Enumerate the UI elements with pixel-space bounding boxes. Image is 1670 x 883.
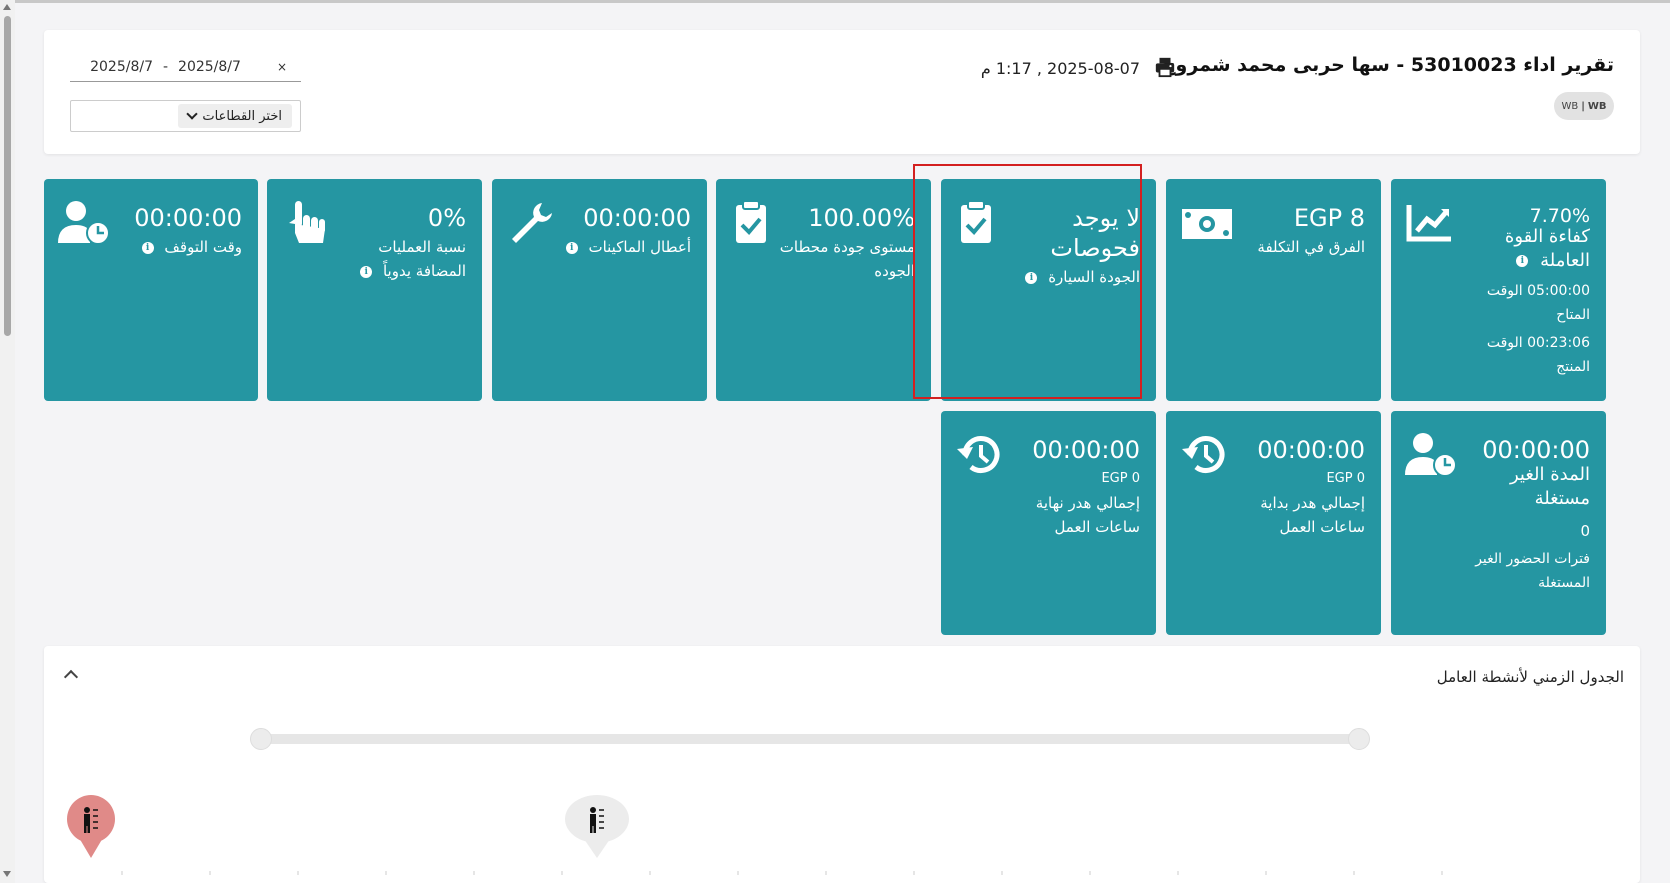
productive-time-row: 00:23:06 الوقت المنتج bbox=[1470, 331, 1590, 379]
timeline-marker-red[interactable] bbox=[66, 794, 116, 860]
history-icon bbox=[957, 436, 1000, 473]
chevron-up-icon[interactable] bbox=[63, 669, 79, 685]
user-clock-icon bbox=[58, 201, 110, 245]
info-icon[interactable]: i bbox=[1516, 255, 1529, 267]
unused-count-label: فترات الحضور الغير المستغلة bbox=[1475, 551, 1590, 591]
print-icon[interactable] bbox=[1154, 56, 1176, 78]
card-quality-stations[interactable]: 100.00% مستوى جودة محطات الجوده bbox=[716, 179, 931, 401]
quality-stations-label: مستوى جودة محطات الجوده bbox=[779, 238, 915, 280]
card-start-waste[interactable]: 00:00:00 EGP 0 إجمالي هدر بداية ساعات ال… bbox=[1166, 411, 1381, 635]
car-quality-label: الجودة السيارة i bbox=[1025, 265, 1140, 289]
card-workforce-efficiency[interactable]: 7.70% كفاءة القوة العاملة i 05:00:00 الو… bbox=[1391, 179, 1606, 401]
chart-line-icon bbox=[1406, 205, 1451, 242]
timeline-slider-track[interactable] bbox=[256, 734, 1364, 744]
start-waste-value: 00:00:00 bbox=[1257, 436, 1365, 464]
report-header: تقرير اداء 53010023 - سها حربى محمد شمرو… bbox=[44, 30, 1640, 154]
money-bill-icon bbox=[1182, 209, 1232, 239]
timeline-slider-end-handle[interactable] bbox=[1348, 728, 1370, 750]
clipboard-check-icon bbox=[961, 200, 991, 243]
car-quality-value: لا يوجد فحوصات bbox=[1050, 204, 1140, 262]
available-time-row: 05:00:00 الوقت المتاح bbox=[1470, 279, 1590, 327]
manual-ops-label: نسبة العمليات المضافة يدوياً i bbox=[356, 235, 466, 283]
date-to: 2025/8/7 bbox=[178, 58, 241, 75]
timeline-marker-grey[interactable] bbox=[564, 794, 630, 860]
start-waste-amount: EGP 0 bbox=[1326, 471, 1365, 486]
unused-duration-label: المدة الغير مستغلة bbox=[1509, 464, 1590, 509]
machine-faults-value: 00:00:00 bbox=[583, 204, 691, 232]
badge-left: WB bbox=[1561, 100, 1579, 112]
timeline-title: الجدول الزمني لأنشطة العامل bbox=[1436, 668, 1624, 686]
info-icon[interactable]: i bbox=[360, 265, 373, 278]
start-waste-label: إجمالي هدر بداية ساعات العمل bbox=[1260, 494, 1365, 536]
page-title: تقرير اداء 53010023 - سها حربى محمد شمرو… bbox=[1161, 54, 1614, 76]
wb-badge: WB | WB bbox=[1554, 92, 1614, 120]
efficiency-label: كفاءة القوة العاملة i bbox=[1504, 226, 1590, 271]
cost-diff-label: الفرق في التكلفة bbox=[1257, 238, 1365, 256]
card-unused-duration[interactable]: 00:00:00 المدة الغير مستغلة 0 فترات الحض… bbox=[1391, 411, 1606, 635]
end-waste-value: 00:00:00 bbox=[1032, 436, 1140, 464]
scroll-down-icon[interactable] bbox=[3, 871, 11, 877]
end-waste-amount: EGP 0 bbox=[1101, 471, 1140, 486]
end-waste-label: إجمالي هدر نهاية ساعات العمل bbox=[1035, 494, 1140, 536]
downtime-label: وقت التوقف i bbox=[141, 235, 242, 259]
card-manual-operations[interactable]: 0% نسبة العمليات المضافة يدوياً i bbox=[267, 179, 482, 401]
timeline-slider-start-handle[interactable] bbox=[250, 728, 272, 750]
card-downtime[interactable]: 00:00:00 وقت التوقف i bbox=[44, 179, 258, 401]
scroll-up-icon[interactable] bbox=[3, 4, 11, 10]
quality-stations-value: 100.00% bbox=[808, 204, 915, 232]
history-icon bbox=[1182, 436, 1225, 473]
date-separator: - bbox=[162, 58, 169, 75]
scrollbar-thumb[interactable] bbox=[4, 16, 11, 336]
worker-timeline-panel: الجدول الزمني لأنشطة العامل bbox=[44, 646, 1640, 883]
sector-select[interactable]: اختر القطاعات bbox=[70, 100, 301, 132]
pointer-hand-icon bbox=[289, 201, 325, 243]
top-border bbox=[0, 0, 1670, 3]
card-end-waste[interactable]: 00:00:00 EGP 0 إجمالي هدر نهاية ساعات ال… bbox=[941, 411, 1156, 635]
unused-count: 0 bbox=[1580, 522, 1590, 540]
available-time-value: 05:00:00 bbox=[1527, 283, 1590, 299]
card-machine-faults[interactable]: 00:00:00 أعطال الماكينات i bbox=[492, 179, 707, 401]
badge-separator: | bbox=[1581, 100, 1585, 112]
timeline-ticks bbox=[121, 871, 1443, 875]
date-range-picker[interactable]: 2025/8/7 - 2025/8/7 × bbox=[70, 52, 301, 82]
unused-duration-value: 00:00:00 bbox=[1482, 436, 1590, 464]
user-clock-icon bbox=[1405, 433, 1457, 477]
date-clear-icon[interactable]: × bbox=[277, 60, 287, 74]
sector-select-label: اختر القطاعات bbox=[202, 108, 282, 124]
vertical-scrollbar[interactable] bbox=[0, 0, 15, 883]
date-from: 2025/8/7 bbox=[90, 58, 153, 75]
downtime-value: 00:00:00 bbox=[134, 204, 242, 232]
cost-diff-value: EGP 8 bbox=[1293, 204, 1365, 232]
manual-ops-value: 0% bbox=[427, 204, 466, 232]
card-car-quality[interactable]: لا يوجد فحوصات الجودة السيارة i bbox=[941, 179, 1156, 401]
info-icon[interactable]: i bbox=[1025, 271, 1038, 284]
wrench-icon bbox=[512, 203, 552, 243]
sector-dropdown-button[interactable]: اختر القطاعات bbox=[178, 104, 292, 128]
chevron-down-icon bbox=[186, 108, 199, 120]
info-icon[interactable]: i bbox=[565, 241, 578, 254]
card-cost-difference[interactable]: EGP 8 الفرق في التكلفة bbox=[1166, 179, 1381, 401]
report-datetime: 2025-08-07 , 1:17 م bbox=[980, 59, 1140, 78]
info-icon[interactable]: i bbox=[141, 241, 154, 254]
machine-faults-label: أعطال الماكينات i bbox=[565, 235, 691, 259]
productive-time-value: 00:23:06 bbox=[1527, 335, 1590, 351]
badge-right: WB bbox=[1587, 100, 1607, 112]
